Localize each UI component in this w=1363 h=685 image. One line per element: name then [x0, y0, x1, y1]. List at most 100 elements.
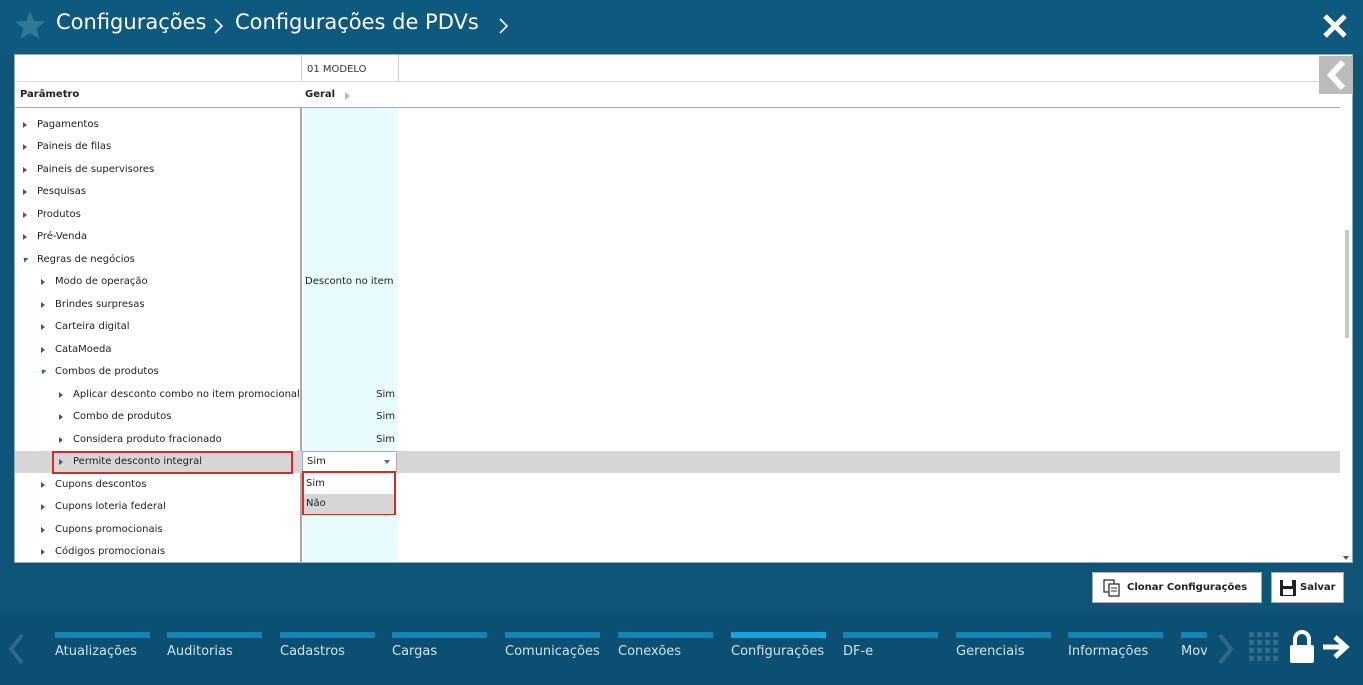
- tree-row[interactable]: Paineis de supervisores: [15, 159, 1341, 181]
- expand-column-icon[interactable]: [345, 92, 350, 100]
- clone-button-label: Clonar Configurações: [1127, 582, 1248, 593]
- dropdown-option-sim[interactable]: Sim: [304, 474, 394, 494]
- vertical-scrollbar[interactable]: [1340, 55, 1352, 562]
- tree-row[interactable]: Combos de produtos: [15, 361, 1341, 383]
- row-label: Pagamentos: [37, 119, 99, 130]
- menu-item-label: Gerenciais: [956, 644, 1025, 659]
- expand-arrow-icon[interactable]: [41, 302, 45, 308]
- menu-item-label: Mov: [1181, 644, 1207, 659]
- row-label: Paineis de filas: [37, 141, 112, 152]
- menu-item-label: Cadastros: [280, 644, 345, 659]
- menu-item-label: Comunicações: [505, 644, 600, 659]
- expand-arrow-icon[interactable]: [41, 527, 45, 533]
- row-label: Aplicar desconto combo no item promocion…: [73, 389, 300, 400]
- save-button[interactable]: Salvar: [1271, 572, 1344, 603]
- row-label: Pré-Venda: [37, 231, 87, 242]
- row-value[interactable]: Desconto no item: [305, 276, 393, 287]
- menu-item-bar: [505, 632, 600, 638]
- menu-item-label: Configurações: [731, 644, 825, 659]
- clone-icon: [1103, 579, 1120, 597]
- menu-item-bar: [280, 632, 375, 638]
- expand-arrow-icon[interactable]: [23, 234, 27, 240]
- expand-arrow-icon[interactable]: [41, 504, 45, 510]
- expand-arrow-icon[interactable]: [59, 414, 63, 420]
- breadcrumb-configuracoes-pdvs[interactable]: Configurações de PDVs: [235, 10, 479, 34]
- favorite-star-icon[interactable]: [14, 9, 46, 41]
- row-value[interactable]: Sim: [303, 389, 395, 400]
- menu-item-mov[interactable]: Mov: [1181, 632, 1207, 682]
- clone-config-button[interactable]: Clonar Configurações: [1092, 572, 1262, 603]
- expand-arrow-icon[interactable]: [41, 482, 45, 488]
- scrollbar-thumb[interactable]: [1345, 230, 1349, 338]
- tree-row[interactable]: Cupons descontos: [15, 474, 1341, 496]
- tree-row[interactable]: Aplicar desconto combo no item promocion…: [15, 384, 1341, 406]
- dropdown-option-nao[interactable]: Não: [304, 494, 394, 514]
- tree-row[interactable]: Paineis de filas: [15, 136, 1341, 158]
- row-label: Pesquisas: [37, 186, 87, 197]
- parameter-column-header: Parâmetro: [20, 89, 80, 100]
- row-value[interactable]: Sim: [303, 434, 395, 445]
- expand-arrow-icon[interactable]: [59, 392, 63, 398]
- lock-icon[interactable]: [1289, 630, 1315, 664]
- value-select[interactable]: Sim: [302, 451, 397, 472]
- save-icon: [1280, 580, 1296, 596]
- row-value[interactable]: Sim: [303, 411, 395, 422]
- expand-arrow-icon[interactable]: [23, 122, 27, 128]
- expand-arrow-icon[interactable]: [41, 549, 45, 555]
- chevron-left-icon[interactable]: [1319, 56, 1353, 94]
- menu-prev-icon[interactable]: [6, 632, 26, 666]
- tree-row[interactable]: Carteira digital: [15, 316, 1341, 338]
- tree-row[interactable]: Pré-Venda: [15, 226, 1341, 248]
- menu-item-label: Cargas: [392, 644, 438, 659]
- menu-item-bar: [167, 632, 262, 638]
- tree-row[interactable]: Pesquisas: [15, 181, 1341, 203]
- collapse-arrow-icon[interactable]: [21, 255, 29, 263]
- close-icon[interactable]: [1321, 12, 1349, 40]
- apps-grid-icon[interactable]: [1249, 632, 1279, 662]
- tree-row[interactable]: Brindes surpresas: [15, 294, 1341, 316]
- logout-arrow-icon[interactable]: [1321, 634, 1351, 660]
- menu-next-icon[interactable]: [1216, 632, 1236, 666]
- tree-row[interactable]: Produtos: [15, 204, 1341, 226]
- scroll-down-icon[interactable]: [1343, 556, 1349, 560]
- menu-item-label: Atualizações: [55, 644, 137, 659]
- tree-row[interactable]: Regras de negócios: [15, 249, 1341, 271]
- tree-row[interactable]: Modo de operação Desconto no item: [15, 271, 1341, 293]
- collapse-arrow-icon[interactable]: [39, 367, 47, 375]
- menu-item-label: Conexões: [618, 644, 682, 659]
- geral-column-header[interactable]: Geral: [305, 89, 335, 100]
- expand-arrow-icon[interactable]: [23, 189, 27, 195]
- tree-row[interactable]: Cupons loteria federal: [15, 496, 1341, 518]
- chevron-down-icon[interactable]: [384, 460, 390, 464]
- menu-item-bar: [1181, 632, 1207, 638]
- tree-row[interactable]: CataMoeda: [15, 339, 1341, 361]
- row-label: Cupons promocionais: [55, 524, 163, 535]
- row-label: Cupons descontos: [55, 479, 147, 490]
- expand-arrow-icon[interactable]: [41, 324, 45, 330]
- menu-item-bar: [1068, 632, 1163, 638]
- menu-item-bar: [618, 632, 713, 638]
- save-button-label: Salvar: [1300, 582, 1336, 593]
- breadcrumb-configuracoes[interactable]: Configurações: [56, 10, 206, 34]
- menu-item-bar: [843, 632, 938, 638]
- select-value: Sim: [307, 456, 326, 467]
- side-panel-toggle[interactable]: [1319, 56, 1353, 94]
- expand-arrow-icon[interactable]: [23, 167, 27, 173]
- menu-item-bar: [55, 632, 150, 638]
- row-label: Paineis de supervisores: [37, 164, 155, 175]
- expand-arrow-icon[interactable]: [41, 279, 45, 285]
- row-label: Regras de negócios: [37, 254, 135, 265]
- tree-row[interactable]: Combo de produtos Sim: [15, 406, 1341, 428]
- tree-row[interactable]: Considera produto fracionado Sim: [15, 429, 1341, 451]
- menu-item-label: Informações: [1068, 644, 1149, 659]
- expand-arrow-icon[interactable]: [41, 347, 45, 353]
- breadcrumb-next-icon[interactable]: [498, 16, 510, 36]
- tree-row[interactable]: Códigos promocionais: [15, 541, 1341, 562]
- expand-arrow-icon[interactable]: [23, 144, 27, 150]
- tree-row[interactable]: Pagamentos: [15, 114, 1341, 136]
- header-divider: [15, 81, 1341, 82]
- tree-row[interactable]: Cupons promocionais: [15, 519, 1341, 541]
- expand-arrow-icon[interactable]: [23, 212, 27, 218]
- expand-arrow-icon[interactable]: [59, 437, 63, 443]
- row-label: Produtos: [37, 209, 81, 220]
